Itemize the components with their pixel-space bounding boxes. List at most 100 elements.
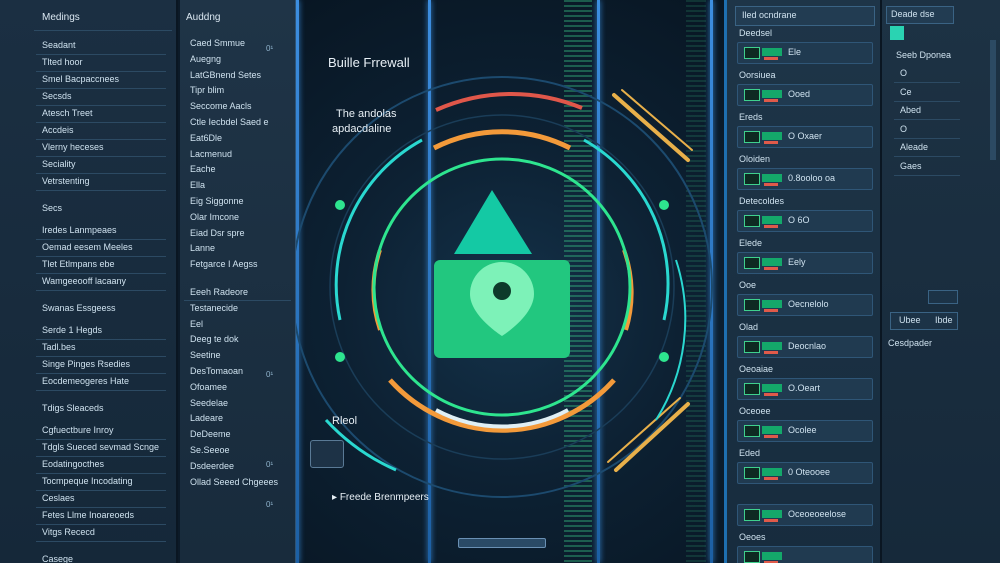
rule-row[interactable]: Deocnlao bbox=[737, 336, 873, 358]
toggle-button[interactable] bbox=[928, 290, 958, 304]
audit-item[interactable]: LatGBnend Setes bbox=[190, 70, 261, 81]
rule-row[interactable]: Ooed bbox=[737, 84, 873, 106]
audit-item[interactable]: Lacmenud bbox=[190, 149, 232, 160]
option-item[interactable]: Gaes bbox=[900, 161, 922, 172]
audit-item[interactable]: Eat6Dle bbox=[190, 133, 222, 144]
alert-indicator bbox=[764, 351, 778, 354]
audit-item[interactable]: Ofoamee bbox=[190, 382, 227, 393]
audit-item[interactable]: Seedelae bbox=[190, 398, 228, 409]
audit-item[interactable]: Fetgarce I Aegss bbox=[190, 259, 258, 270]
footer-link[interactable]: ▸ Freede Brenmpeers bbox=[332, 492, 429, 503]
rule-row[interactable]: O 6O bbox=[737, 210, 873, 232]
rule-section-title: Oeoaiae bbox=[739, 364, 774, 374]
rule-toggle[interactable] bbox=[744, 341, 760, 353]
rule-toggle[interactable] bbox=[744, 509, 760, 521]
drag-handle[interactable] bbox=[310, 440, 344, 468]
audit-item[interactable]: DeDeeme bbox=[190, 429, 231, 440]
audit-item[interactable]: Seetine bbox=[190, 350, 221, 361]
audit-item[interactable]: Olar Imcone bbox=[190, 212, 239, 223]
rule-row[interactable]: 0 Oteooee bbox=[737, 462, 873, 484]
audit-item[interactable]: Se.Seeoe bbox=[190, 445, 230, 456]
rule-row[interactable]: Ele bbox=[737, 42, 873, 64]
audit-item[interactable]: Auegng bbox=[190, 54, 221, 65]
option-item[interactable]: Aleade bbox=[900, 142, 928, 153]
nav-item[interactable]: Vetrstenting bbox=[42, 176, 90, 187]
search-field[interactable]: Iled ocndrane bbox=[735, 6, 875, 26]
rule-toggle[interactable] bbox=[744, 89, 760, 101]
audit-item[interactable]: Ella bbox=[190, 180, 205, 191]
rule-row[interactable]: Oceoeoeelose bbox=[737, 504, 873, 526]
audit-item[interactable]: Dsdeerdee bbox=[190, 461, 234, 472]
nav-item[interactable]: Vlerny heceses bbox=[42, 142, 104, 153]
options-select[interactable]: Deade dse bbox=[886, 6, 954, 24]
nav-item[interactable]: Smel Bacpaccnees bbox=[42, 74, 119, 85]
nav-item[interactable]: Fetes Llme Inoareoeds bbox=[42, 510, 134, 521]
rule-row[interactable]: 0.8ooloo oa bbox=[737, 168, 873, 190]
audit-item[interactable]: Tipr blim bbox=[190, 85, 224, 96]
tab-group[interactable]: Ubee Ibde bbox=[890, 312, 958, 330]
nav-item[interactable]: Cgfuectbure Inroy bbox=[42, 425, 114, 436]
audit-item[interactable]: Ollad Seeed Chgeees bbox=[190, 477, 278, 488]
rule-toggle[interactable] bbox=[744, 551, 760, 563]
nav-item[interactable]: Ceslaes bbox=[42, 493, 75, 504]
rule-toggle[interactable] bbox=[744, 299, 760, 311]
audit-item[interactable]: Ladeare bbox=[190, 413, 223, 424]
audit-item[interactable]: Eache bbox=[190, 164, 216, 175]
rule-row[interactable]: Eely bbox=[737, 252, 873, 274]
option-item[interactable]: O bbox=[900, 68, 907, 79]
rule-toggle[interactable] bbox=[744, 215, 760, 227]
rule-toggle[interactable] bbox=[744, 425, 760, 437]
rule-row[interactable]: O.Oeart bbox=[737, 378, 873, 400]
audit-item[interactable]: Eeeh Radeore bbox=[190, 287, 248, 298]
rule-row[interactable]: Ocolee bbox=[737, 420, 873, 442]
option-item[interactable]: Abed bbox=[900, 105, 921, 116]
alert-indicator bbox=[764, 435, 778, 438]
nav-item[interactable]: Tocmpeque Incodating bbox=[42, 476, 133, 487]
audit-item[interactable]: Ctle Iecbdel Saed e bbox=[190, 117, 269, 128]
nav-item[interactable]: Accdeis bbox=[42, 125, 74, 136]
audit-item[interactable]: Seccome Aacls bbox=[190, 101, 252, 112]
nav-item[interactable]: Atesch Treet bbox=[42, 108, 93, 119]
nav-item[interactable]: Seciality bbox=[42, 159, 76, 170]
audit-item[interactable]: Lanne bbox=[190, 243, 215, 254]
rule-row[interactable] bbox=[737, 546, 873, 563]
nav-item[interactable]: Seadant bbox=[42, 40, 76, 51]
rule-toggle[interactable] bbox=[744, 131, 760, 143]
rule-toggle[interactable] bbox=[744, 467, 760, 479]
option-item[interactable]: O bbox=[900, 124, 907, 135]
search-value: Iled ocndrane bbox=[742, 10, 797, 20]
nav-item[interactable]: Tlet Etlmpans ebe bbox=[42, 259, 115, 270]
rule-toggle[interactable] bbox=[744, 257, 760, 269]
vertical-scrollbar[interactable] bbox=[990, 40, 996, 160]
rule-toggle[interactable] bbox=[744, 383, 760, 395]
nav-item[interactable]: Singe Pinges Rsedies bbox=[42, 359, 130, 370]
rule-row-label: Oceoeoeelose bbox=[788, 509, 847, 519]
tab-left[interactable]: Ubee bbox=[899, 315, 921, 326]
nav-item[interactable]: Iredes Lanmpeaes bbox=[42, 225, 117, 236]
option-item[interactable]: Ce bbox=[900, 87, 912, 98]
nav-item[interactable]: Tadl.bes bbox=[42, 342, 76, 353]
nav-item[interactable]: Wamgeeooff lacaany bbox=[42, 276, 126, 287]
rule-toggle[interactable] bbox=[744, 173, 760, 185]
rule-row[interactable]: Oecnelolo bbox=[737, 294, 873, 316]
nav-item[interactable]: Eocdemeogeres Hate bbox=[42, 376, 129, 387]
nav-item[interactable]: Oemad eesem Meeles bbox=[42, 242, 133, 253]
group-title: Casege bbox=[42, 554, 74, 563]
rule-toggle[interactable] bbox=[744, 47, 760, 59]
tab-right[interactable]: Ibde bbox=[935, 315, 953, 326]
audit-item[interactable]: Deeg te dok bbox=[190, 334, 239, 345]
audit-item[interactable]: Eiad Dsr spre bbox=[190, 228, 245, 239]
audit-item[interactable]: Caed Smmue bbox=[190, 38, 245, 49]
nav-item[interactable]: Vitgs Rececd bbox=[42, 527, 95, 538]
horizontal-scrollbar[interactable] bbox=[458, 538, 546, 548]
audit-item[interactable]: Eel bbox=[190, 319, 203, 330]
nav-item[interactable]: Serde 1 Hegds bbox=[42, 325, 102, 336]
nav-item[interactable]: Secsds bbox=[42, 91, 72, 102]
rule-row[interactable]: O Oxaer bbox=[737, 126, 873, 148]
audit-item[interactable]: DesTomaoan bbox=[190, 366, 243, 377]
audit-item[interactable]: Testanecide bbox=[190, 303, 238, 314]
audit-item[interactable]: Eig Siggonne bbox=[190, 196, 244, 207]
nav-item[interactable]: Tlted hoor bbox=[42, 57, 83, 68]
nav-item[interactable]: Tdgls Sueced sevmad Scnge bbox=[42, 442, 159, 453]
nav-item[interactable]: Eodatingocthes bbox=[42, 459, 104, 470]
